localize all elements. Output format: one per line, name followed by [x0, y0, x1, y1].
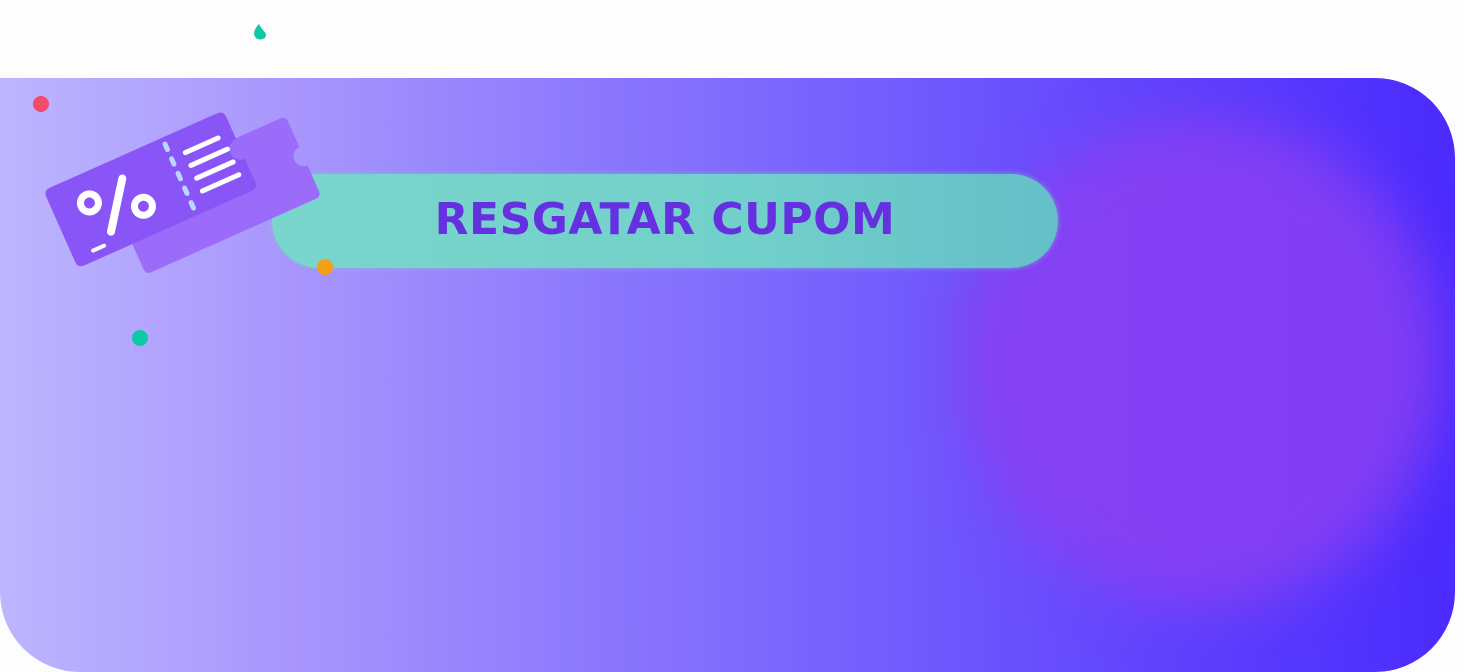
confetti-dot-teal — [132, 330, 148, 346]
confetti-leaf-decoration — [254, 24, 266, 40]
redeem-coupon-button[interactable]: RESGATAR CUPOM — [272, 174, 1058, 268]
coupon-ticket-icon — [45, 112, 320, 273]
redeem-coupon-label: RESGATAR CUPOM — [434, 194, 896, 245]
redeem-coupon-banner: RESGATAR CUPOM — [0, 0, 1464, 672]
